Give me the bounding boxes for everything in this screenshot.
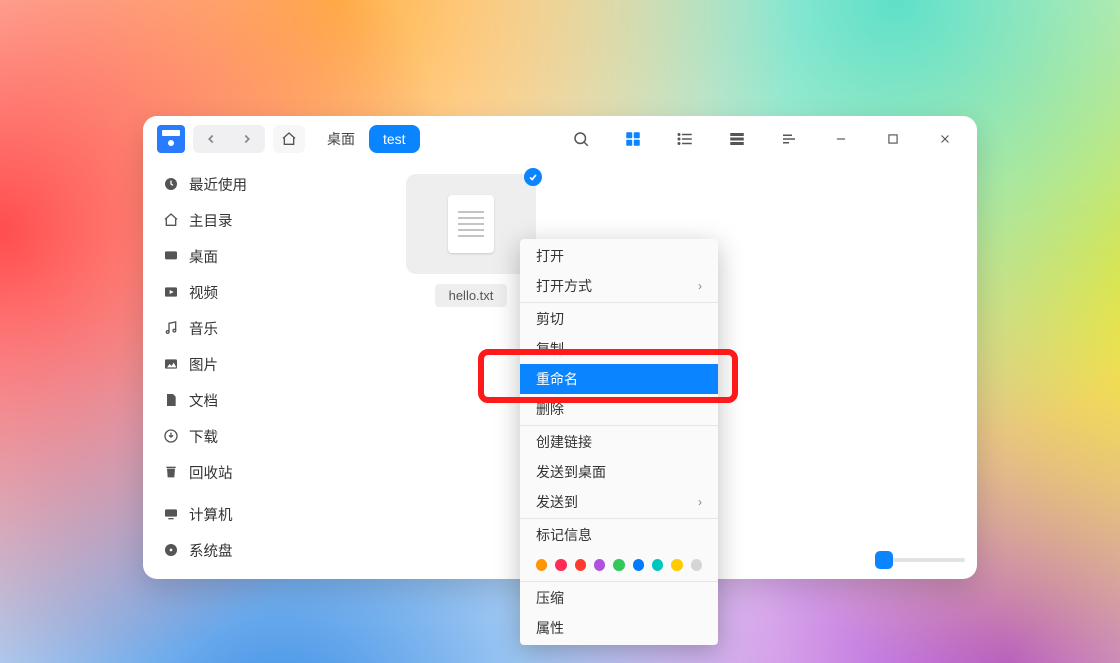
view-list-button[interactable] xyxy=(663,116,707,162)
menu-separator xyxy=(520,302,718,303)
sidebar-item-label: 视频 xyxy=(189,282,218,303)
zoom-slider[interactable] xyxy=(875,551,965,569)
breadcrumb-current[interactable]: test xyxy=(369,125,420,153)
menu-open-with[interactable]: 打开方式 › xyxy=(520,271,718,301)
txt-file-icon xyxy=(448,195,494,253)
tag-color[interactable] xyxy=(555,559,566,571)
menu-separator xyxy=(520,518,718,519)
desktop-icon xyxy=(163,248,179,264)
tag-color[interactable] xyxy=(671,559,682,571)
tag-color[interactable] xyxy=(652,559,663,571)
menu-item-label: 打开方式 xyxy=(536,276,592,296)
video-icon xyxy=(163,284,179,300)
tag-none[interactable] xyxy=(691,559,702,571)
menu-item-label: 发送到桌面 xyxy=(536,462,606,482)
sidebar-item-label: 文档 xyxy=(189,390,218,411)
menu-create-link[interactable]: 创建链接 xyxy=(520,427,718,457)
trash-icon xyxy=(163,464,179,480)
context-menu: 打开 打开方式 › 剪切 复制 重命名 删除 创建链接 发送到桌面 发送到 › 标记… xyxy=(520,239,718,645)
file-name-label: hello.txt xyxy=(435,284,508,307)
sidebar-item-label: 计算机 xyxy=(189,504,233,525)
sidebar-item-label: 主目录 xyxy=(189,210,233,231)
sidebar-item-label: 图片 xyxy=(189,354,218,375)
sidebar-item-recent[interactable]: 最近使用 xyxy=(153,166,332,202)
sidebar-item-downloads[interactable]: 下载 xyxy=(153,418,332,454)
breadcrumb-desktop[interactable]: 桌面 xyxy=(313,125,369,153)
sidebar-item-video[interactable]: 视频 xyxy=(153,274,332,310)
disk-icon xyxy=(163,542,179,558)
back-button[interactable] xyxy=(193,125,229,153)
menu-tag-info[interactable]: 标记信息 xyxy=(520,520,718,550)
tag-color-row xyxy=(520,550,718,580)
menu-copy[interactable]: 复制 xyxy=(520,334,718,364)
sidebar-item-computer[interactable]: 计算机 xyxy=(153,496,332,532)
menu-cut[interactable]: 剪切 xyxy=(520,304,718,334)
sidebar-item-label: 系统盘 xyxy=(189,540,233,561)
nav-back-forward-group xyxy=(193,125,265,153)
menu-item-label: 打开 xyxy=(536,246,564,266)
minimize-button[interactable] xyxy=(819,116,863,162)
view-grid-button[interactable] xyxy=(611,116,655,162)
search-button[interactable] xyxy=(559,116,603,162)
tag-color[interactable] xyxy=(594,559,605,571)
sidebar: 最近使用 主目录 桌面 视频 音乐 图片 xyxy=(143,162,343,579)
sidebar-item-pictures[interactable]: 图片 xyxy=(153,346,332,382)
sidebar-item-label: 最近使用 xyxy=(189,174,247,195)
menu-compress[interactable]: 压缩 xyxy=(520,583,718,613)
menu-rename[interactable]: 重命名 xyxy=(520,364,718,394)
chevron-right-icon: › xyxy=(698,495,702,509)
slider-thumb[interactable] xyxy=(875,551,893,569)
menu-delete[interactable]: 删除 xyxy=(520,394,718,424)
menu-separator xyxy=(520,581,718,582)
sidebar-item-label: 下载 xyxy=(189,426,218,447)
menu-open[interactable]: 打开 xyxy=(520,241,718,271)
menu-item-label: 剪切 xyxy=(536,309,564,329)
sidebar-item-label: 回收站 xyxy=(189,462,233,483)
tag-color[interactable] xyxy=(536,559,547,571)
menu-send-to[interactable]: 发送到 › xyxy=(520,487,718,517)
sidebar-item-home[interactable]: 主目录 xyxy=(153,202,332,238)
menu-item-label: 发送到 xyxy=(536,492,578,512)
menu-item-label: 压缩 xyxy=(536,588,564,608)
sidebar-item-label: 桌面 xyxy=(189,246,218,267)
sidebar-item-documents[interactable]: 文档 xyxy=(153,382,332,418)
file-thumbnail xyxy=(406,174,536,274)
hamburger-menu-button[interactable] xyxy=(767,116,811,162)
sidebar-item-music[interactable]: 音乐 xyxy=(153,310,332,346)
maximize-button[interactable] xyxy=(871,116,915,162)
sidebar-item-system-disk[interactable]: 系统盘 xyxy=(153,532,332,568)
download-icon xyxy=(163,428,179,444)
tag-color[interactable] xyxy=(633,559,644,571)
check-icon xyxy=(524,168,542,186)
sidebar-item-desktop[interactable]: 桌面 xyxy=(153,238,332,274)
menu-item-label: 属性 xyxy=(536,618,564,638)
sidebar-item-label: 音乐 xyxy=(189,318,218,339)
computer-icon xyxy=(163,506,179,522)
menu-item-label: 复制 xyxy=(536,339,564,359)
tag-color[interactable] xyxy=(613,559,624,571)
sidebar-item-trash[interactable]: 回收站 xyxy=(153,454,332,490)
forward-button[interactable] xyxy=(229,125,265,153)
clock-icon xyxy=(163,176,179,192)
close-button[interactable] xyxy=(923,116,967,162)
home-button[interactable] xyxy=(273,125,305,153)
menu-separator xyxy=(520,425,718,426)
picture-icon xyxy=(163,356,179,372)
menu-item-label: 删除 xyxy=(536,399,564,419)
menu-properties[interactable]: 属性 xyxy=(520,613,718,643)
tag-color[interactable] xyxy=(575,559,586,571)
breadcrumb: 桌面 test xyxy=(313,125,420,153)
view-detail-button[interactable] xyxy=(715,116,759,162)
toolbar: 桌面 test xyxy=(143,116,977,162)
app-icon xyxy=(157,125,185,153)
chevron-right-icon: › xyxy=(698,279,702,293)
home-icon xyxy=(163,212,179,228)
menu-item-label: 创建链接 xyxy=(536,432,592,452)
menu-item-label: 标记信息 xyxy=(536,525,592,545)
menu-item-label: 重命名 xyxy=(536,369,578,389)
music-icon xyxy=(163,320,179,336)
menu-send-to-desktop[interactable]: 发送到桌面 xyxy=(520,457,718,487)
document-icon xyxy=(163,392,179,408)
